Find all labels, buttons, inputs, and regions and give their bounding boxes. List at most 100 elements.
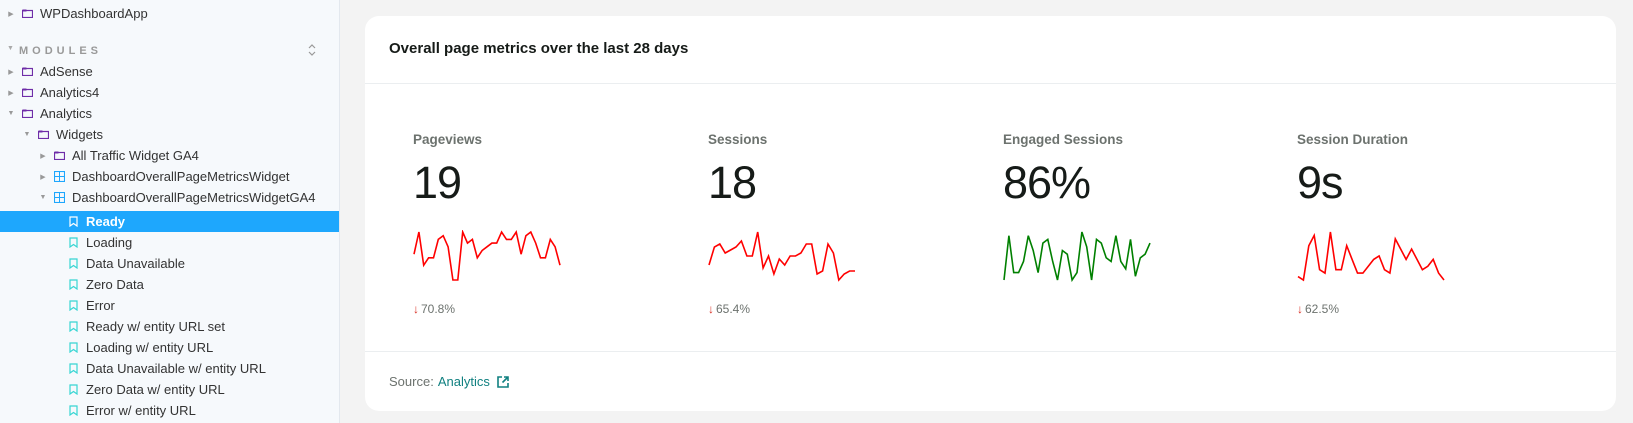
- tree-item-label: Data Unavailable w/ entity URL: [86, 361, 266, 376]
- metric-label: Sessions: [708, 132, 768, 147]
- chevron-down-icon: ▼: [39, 194, 47, 201]
- folder-icon: [20, 107, 34, 121]
- story-zero-data-entity-url[interactable]: Zero Data w/ entity URL: [0, 379, 339, 400]
- folder-icon: [20, 65, 34, 79]
- sparkline-line: [1297, 231, 1445, 282]
- widget-footer: Source: Analytics: [365, 351, 1616, 411]
- metric-value: 18: [708, 157, 757, 208]
- metric-tile-sessions: Sessions 18 ↓ 65.4%: [708, 132, 968, 316]
- tree-item-wpdashboardapp[interactable]: ▶ WPDashboardApp: [0, 3, 339, 24]
- metric-tile-session-duration: Session Duration 9s ↓ 62.5%: [1297, 132, 1557, 316]
- tree-item-label: Loading: [86, 235, 133, 250]
- story-zero-data[interactable]: Zero Data: [0, 274, 339, 295]
- metric-value: 9s: [1297, 157, 1344, 208]
- tree-item-dashboard-overall-page-metrics-widget-ga4[interactable]: ▼ DashboardOverallPageMetricsWidgetGA4: [0, 187, 339, 208]
- change-value: 65.4%: [716, 302, 751, 316]
- metric-label: Pageviews: [413, 132, 483, 147]
- tree-item-adsense[interactable]: ▶ AdSense: [0, 61, 339, 82]
- sparkline-chart: [1003, 231, 1151, 282]
- chevron-down-icon: ▼: [23, 131, 31, 138]
- tree-item-label: Loading w/ entity URL: [86, 340, 214, 355]
- source-attribution: Source: Analytics: [389, 374, 510, 389]
- external-link-icon[interactable]: [496, 375, 510, 389]
- folder-icon: [20, 7, 34, 21]
- metric-change: ↓ 62.5%: [1297, 302, 1339, 316]
- tree-item-label: Ready: [86, 214, 126, 229]
- tree-item-label: Ready w/ entity URL set: [86, 319, 225, 334]
- sparkline-chart: [708, 231, 855, 282]
- component-icon: [52, 191, 66, 205]
- tree-item-all-traffic-widget-ga4[interactable]: ▶ All Traffic Widget GA4: [0, 145, 339, 166]
- widget-header: Overall page metrics over the last 28 da…: [365, 16, 1616, 84]
- bookmark-icon: [66, 236, 80, 250]
- chevron-right-icon: ▶: [40, 173, 46, 181]
- chevron-right-icon: ▶: [8, 68, 14, 76]
- folder-icon: [36, 128, 50, 142]
- chevron-down-icon: ▼: [7, 45, 14, 52]
- story-error[interactable]: Error: [0, 295, 339, 316]
- widget-title: Overall page metrics over the last 28 da…: [389, 40, 689, 57]
- bookmark-icon: [66, 320, 80, 334]
- bookmark-icon: [66, 299, 80, 313]
- chevron-right-icon: ▶: [40, 152, 46, 160]
- metric-label: Session Duration: [1297, 132, 1409, 147]
- tree-item-label: Error w/ entity URL: [86, 403, 196, 418]
- metric-label: Engaged Sessions: [1003, 132, 1124, 147]
- bookmark-icon: [66, 404, 80, 418]
- source-label: Source:: [389, 374, 434, 389]
- tree-item-widgets[interactable]: ▼ Widgets: [0, 124, 339, 145]
- tree-item-label: Widgets: [56, 127, 103, 142]
- metric-change: ↓ 65.4%: [708, 302, 750, 316]
- tree-item-label: DashboardOverallPageMetricsWidgetGA4: [72, 190, 316, 205]
- metric-tile-pageviews: Pageviews 19 ↓ 70.8%: [413, 132, 673, 316]
- arrow-down-icon: ↓: [413, 302, 419, 316]
- bookmark-icon: [66, 383, 80, 397]
- story-ready[interactable]: Ready: [0, 211, 339, 232]
- story-error-entity-url[interactable]: Error w/ entity URL: [0, 400, 339, 421]
- sparkline-line: [1003, 231, 1151, 282]
- bookmark-icon: [66, 341, 80, 355]
- source-link-analytics[interactable]: Analytics: [438, 374, 490, 389]
- bookmark-icon: [66, 278, 80, 292]
- change-value: 70.8%: [421, 302, 456, 316]
- sparkline-line: [708, 231, 855, 282]
- tree-item-analytics4[interactable]: ▶ Analytics4: [0, 82, 339, 103]
- bookmark-icon: [66, 362, 80, 376]
- tree-item-dashboard-overall-page-metrics-widget[interactable]: ▶ DashboardOverallPageMetricsWidget: [0, 166, 339, 187]
- tree-item-label: All Traffic Widget GA4: [72, 148, 199, 163]
- story-loading-entity-url[interactable]: Loading w/ entity URL: [0, 337, 339, 358]
- collapse-all-button[interactable]: [305, 42, 319, 58]
- component-icon: [52, 170, 66, 184]
- sparkline-chart: [1297, 231, 1445, 282]
- folder-icon: [20, 86, 34, 100]
- bookmark-icon: [66, 215, 80, 229]
- tree-item-label: AdSense: [40, 64, 93, 79]
- sparkline-line: [413, 230, 561, 281]
- tree-item-label: Zero Data w/ entity URL: [86, 382, 225, 397]
- story-loading[interactable]: Loading: [0, 232, 339, 253]
- tree-item-analytics[interactable]: ▼ Analytics: [0, 103, 339, 124]
- metric-value: 19: [413, 157, 462, 208]
- story-ready-entity-url[interactable]: Ready w/ entity URL set: [0, 316, 339, 337]
- tree-item-label: Data Unavailable: [86, 256, 186, 271]
- overall-page-metrics-widget: Overall page metrics over the last 28 da…: [365, 16, 1616, 411]
- story-data-unavailable-entity-url[interactable]: Data Unavailable w/ entity URL: [0, 358, 339, 379]
- bookmark-icon: [66, 257, 80, 271]
- expand-collapse-icon: [308, 44, 316, 56]
- chevron-right-icon: ▶: [8, 10, 14, 18]
- tree-item-label: WPDashboardApp: [40, 6, 148, 21]
- tree-item-label: Analytics: [40, 106, 93, 121]
- tree-item-label: Analytics4: [40, 85, 100, 100]
- sparkline-chart: [413, 230, 561, 281]
- tree-item-label: Error: [86, 298, 115, 313]
- metric-change: ↓ 70.8%: [413, 302, 455, 316]
- arrow-down-icon: ↓: [708, 302, 714, 316]
- change-value: 62.5%: [1305, 302, 1340, 316]
- tree-item-label: DashboardOverallPageMetricsWidget: [72, 169, 290, 184]
- chevron-right-icon: ▶: [8, 89, 14, 97]
- chevron-down-icon: ▼: [7, 110, 15, 117]
- story-data-unavailable[interactable]: Data Unavailable: [0, 253, 339, 274]
- folder-icon: [52, 149, 66, 163]
- metric-tile-engaged-sessions: Engaged Sessions 86%: [1003, 132, 1263, 282]
- modules-heading[interactable]: MODULES: [19, 45, 102, 57]
